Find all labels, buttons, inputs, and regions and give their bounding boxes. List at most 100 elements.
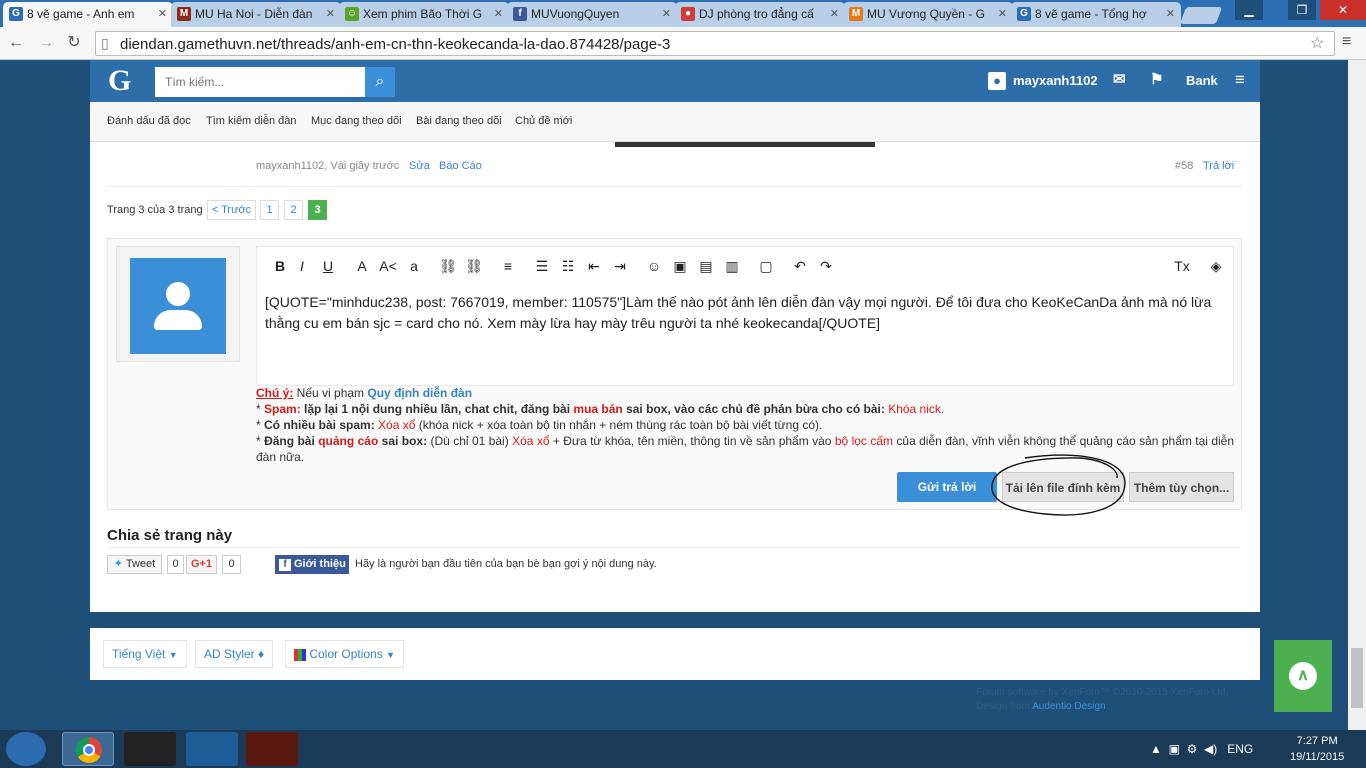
media-icon[interactable]: ▤ — [697, 257, 715, 275]
editor-content[interactable]: [QUOTE="minhduc238, post: 7667019, membe… — [265, 292, 1225, 334]
remove-format-icon[interactable]: Tx — [1173, 257, 1191, 275]
network-icon[interactable]: ▣ — [1169, 742, 1180, 756]
start-button[interactable] — [6, 732, 46, 766]
tab-close-icon[interactable]: ✕ — [1166, 7, 1175, 20]
maximize-button[interactable]: ❐ — [1288, 0, 1316, 20]
rules-text: mua bán — [573, 402, 623, 416]
mark-read-link[interactable]: Đánh dấu đã đọc — [107, 115, 191, 127]
redo-icon[interactable]: ↷ — [817, 257, 835, 275]
close-window-button[interactable]: ✕ — [1320, 0, 1366, 20]
page-scrollbar[interactable] — [1348, 60, 1366, 730]
clock[interactable]: 7:27 PM 19/11/2015 — [1290, 733, 1344, 765]
bookmark-star-icon[interactable]: ☆ — [1310, 33, 1324, 53]
submit-reply-button[interactable]: Gửi trả lời — [897, 472, 997, 502]
browser-tab[interactable]: G 8 vẽ game - Tổng hợ ✕ — [1011, 2, 1181, 27]
toggle-bbcode-icon[interactable]: ◈ — [1207, 257, 1225, 275]
scroll-to-top-button[interactable]: ∧ — [1274, 640, 1332, 712]
mu-game-taskbar-icon[interactable] — [124, 732, 176, 766]
tab-close-icon[interactable]: ✕ — [158, 7, 167, 20]
align-icon[interactable]: ≡ — [499, 257, 517, 275]
search-forum-link[interactable]: Tìm kiếm diễn đàn — [206, 115, 296, 127]
minimize-button[interactable]: ▁ — [1235, 0, 1263, 20]
style-chooser[interactable]: AD Styler ♦ — [195, 640, 274, 668]
tab-close-icon[interactable]: ✕ — [494, 7, 503, 20]
save-draft-icon[interactable]: ▢ — [757, 257, 775, 275]
image-icon[interactable]: ▣ — [671, 257, 689, 275]
tray-expand-icon[interactable]: ▲ — [1150, 742, 1162, 756]
tab-close-icon[interactable]: ✕ — [998, 7, 1007, 20]
bank-link[interactable]: Bank — [1186, 73, 1218, 88]
pager-page-1[interactable]: 1 — [260, 200, 279, 220]
report-post-link[interactable]: Báo Cáo — [439, 160, 482, 172]
watched-posts-link[interactable]: Bài đang theo dõi — [416, 115, 502, 127]
indent-icon[interactable]: ⇥ — [611, 257, 629, 275]
copyright: Forum software by XenForo™ ©2010-2015 Xe… — [976, 686, 1229, 714]
pager-prev[interactable]: < Trước — [207, 200, 256, 220]
bold-icon[interactable]: B — [271, 257, 289, 275]
new-threads-link[interactable]: Chủ đề mới — [515, 115, 572, 127]
unlink-icon[interactable]: ⛓ — [465, 257, 483, 275]
tab-title: MUVuongQuyen — [531, 7, 620, 21]
new-tab-button[interactable] — [1179, 7, 1223, 24]
link-icon[interactable]: ⛓ — [439, 257, 457, 275]
username-link[interactable]: mayxanh1102 — [1013, 73, 1098, 88]
browser-tab[interactable]: G 8 vẽ game - Anh em ✕ — [3, 2, 173, 27]
alerts-flag-icon[interactable]: ⚑ — [1150, 70, 1163, 88]
pager-page-current[interactable]: 3 — [308, 200, 327, 220]
menu-icon[interactable]: ≡ — [1235, 70, 1245, 90]
forward-icon[interactable]: → — [36, 33, 56, 53]
tab-close-icon[interactable]: ✕ — [830, 7, 839, 20]
browser-tab[interactable]: ☺ Xem phim Bão Thời G ✕ — [339, 2, 509, 27]
tab-close-icon[interactable]: ✕ — [326, 7, 335, 20]
bullet-list-icon[interactable]: ☰ — [533, 257, 551, 275]
launcher-taskbar-icon[interactable] — [186, 732, 238, 766]
avatar[interactable] — [130, 258, 226, 354]
quote-icon[interactable]: ▥ — [723, 257, 741, 275]
gplus-button[interactable]: G+1 — [186, 555, 217, 574]
forum-rules-link[interactable]: Quy định diễn đàn — [367, 386, 472, 400]
game-client-taskbar-icon[interactable] — [246, 732, 298, 766]
color-options[interactable]: Color Options ▼ — [285, 640, 404, 668]
chrome-taskbar-icon[interactable] — [62, 732, 114, 766]
input-language[interactable]: ENG — [1227, 742, 1253, 756]
browser-tab[interactable]: ● DJ phòng tro đẳng cấ ✕ — [675, 2, 845, 27]
italic-icon[interactable]: I — [293, 257, 311, 275]
font-size-icon[interactable]: A˂ — [379, 257, 397, 275]
reload-icon[interactable]: ↻ — [64, 33, 84, 53]
settings-icon[interactable]: ⚙ — [1187, 742, 1198, 756]
site-logo[interactable]: G — [108, 64, 131, 98]
tweet-button[interactable]: ✦ Tweet — [107, 555, 162, 574]
inbox-icon[interactable]: ✉ — [1113, 70, 1126, 88]
pager-page-2[interactable]: 2 — [284, 200, 303, 220]
audentio-link[interactable]: Audentio Design — [1032, 701, 1105, 712]
tab-title: 8 vẽ game - Anh em — [27, 7, 135, 21]
watched-items-link[interactable]: Mục đang theo dõi — [311, 115, 402, 127]
volume-icon[interactable]: ◀) — [1204, 742, 1217, 756]
underline-icon[interactable]: U — [319, 257, 337, 275]
tweet-count: 0 — [167, 555, 184, 574]
reply-post-link[interactable]: Trả lời — [1203, 160, 1234, 172]
edit-post-link[interactable]: Sửa — [409, 160, 430, 172]
numbered-list-icon[interactable]: ☷ — [559, 257, 577, 275]
language-chooser[interactable]: Tiếng Việt ▼ — [103, 640, 187, 668]
smilie-icon[interactable]: ☺ — [645, 257, 663, 275]
search-input[interactable] — [155, 67, 365, 97]
more-options-button[interactable]: Thêm tùy chọn... — [1129, 472, 1234, 502]
pager-label: Trang 3 của 3 trang — [107, 204, 203, 216]
browser-tab[interactable]: M MU Vương Quyền - G ✕ — [843, 2, 1013, 27]
post-number[interactable]: #58 — [1175, 160, 1193, 172]
post-author-time[interactable]: mayxanh1102, Vài giây trước — [256, 160, 399, 172]
back-icon[interactable]: ← — [6, 33, 26, 53]
tab-close-icon[interactable]: ✕ — [662, 7, 671, 20]
url-input[interactable]: diendan.gamethuvn.net/threads/anh-em-cn-… — [95, 31, 1335, 56]
font-color-icon[interactable]: A — [353, 257, 371, 275]
font-family-icon[interactable]: a — [405, 257, 423, 275]
search-icon[interactable]: ⌕ — [365, 67, 395, 97]
browser-tab[interactable]: f MUVuongQuyen ✕ — [507, 2, 677, 27]
chrome-menu-icon[interactable]: ≡ — [1342, 33, 1351, 51]
browser-tab[interactable]: M MU Ha Noi - Diễn đàn ✕ — [171, 2, 341, 27]
facebook-like-button[interactable]: f Giới thiệu — [275, 555, 349, 574]
outdent-icon[interactable]: ⇤ — [585, 257, 603, 275]
undo-icon[interactable]: ↶ — [791, 257, 809, 275]
scrollbar-thumb[interactable] — [1351, 648, 1363, 708]
